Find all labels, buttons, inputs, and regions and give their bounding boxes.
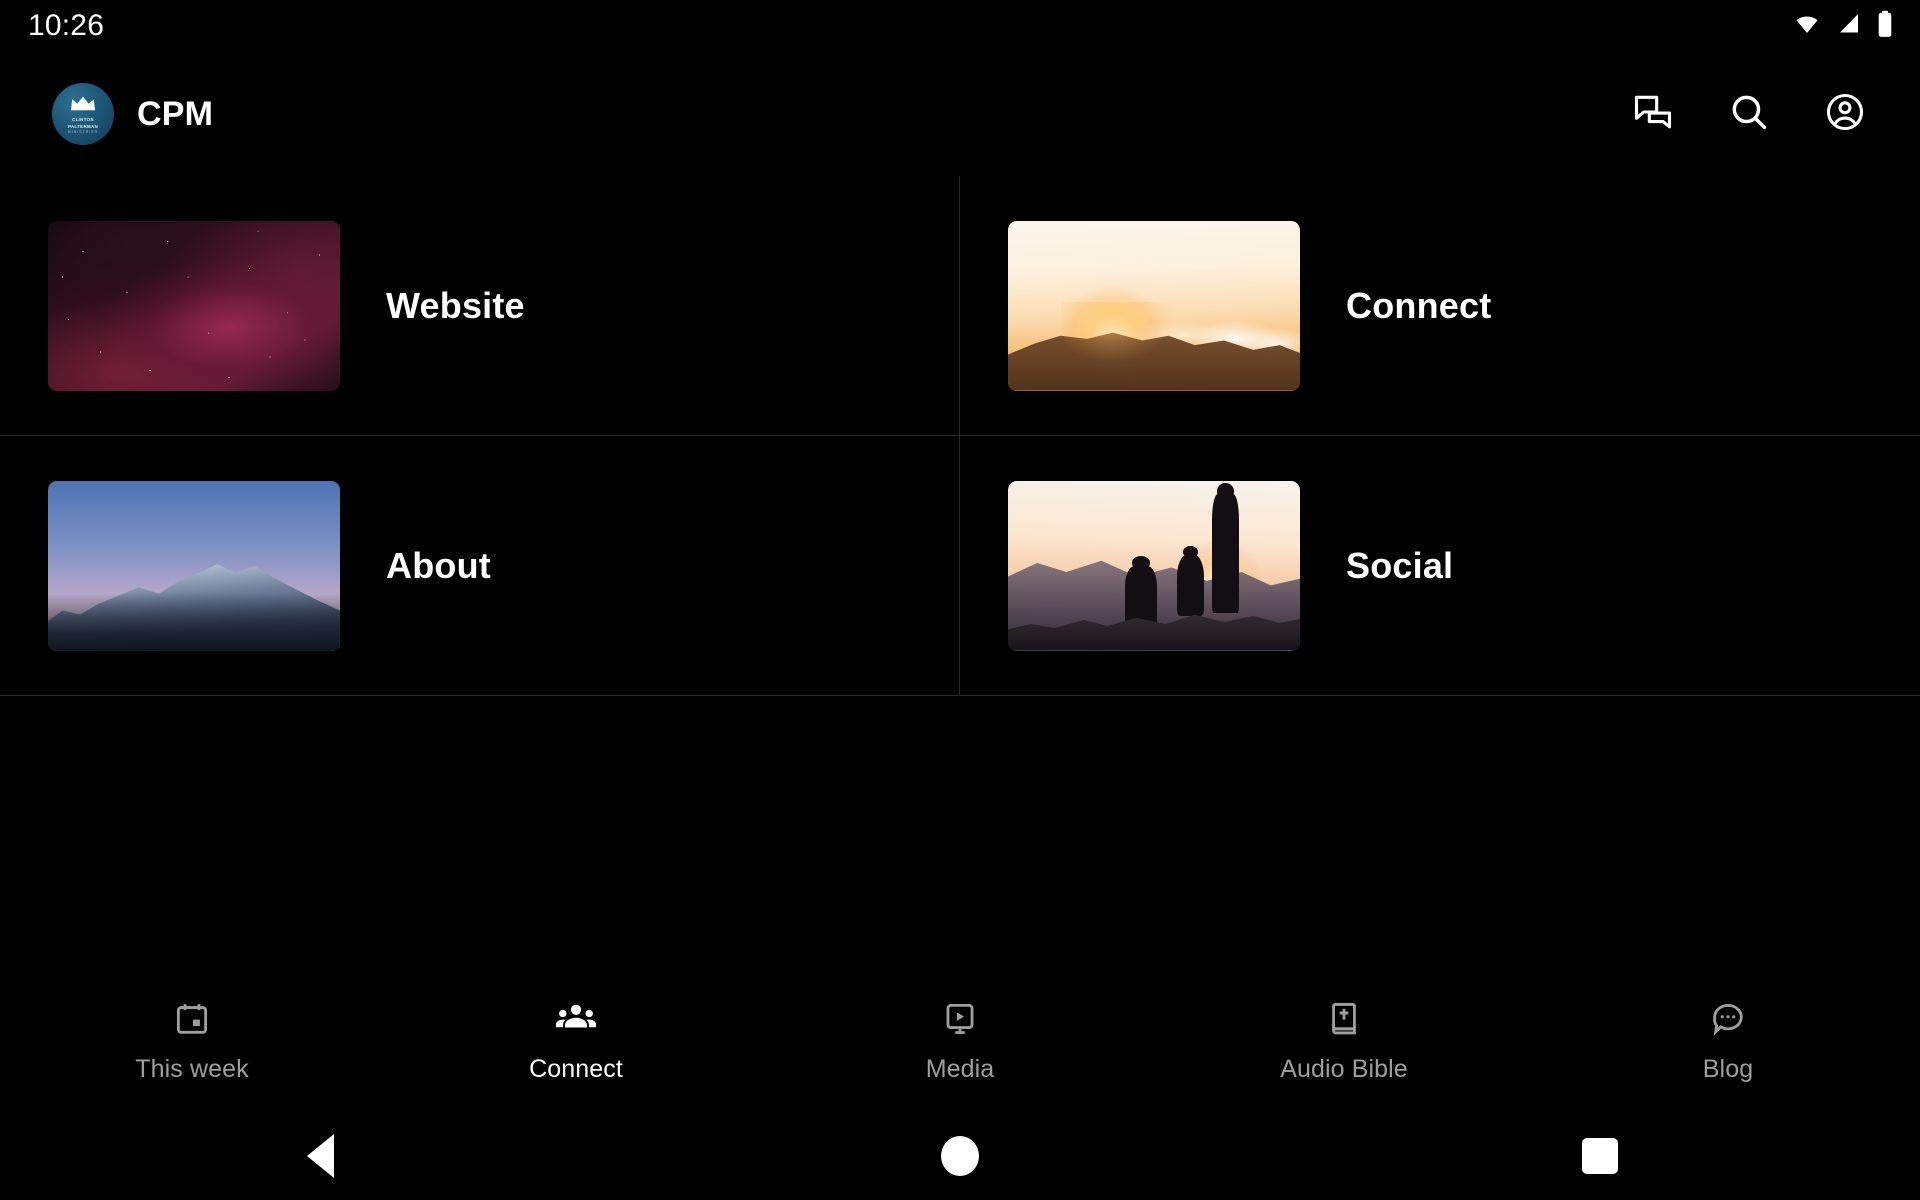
nav-label: Blog <box>1702 1055 1754 1083</box>
grid-thumb-social <box>1008 480 1300 651</box>
app-bar-actions <box>1630 91 1886 137</box>
grid-thumb-about <box>48 480 340 651</box>
app-logo: CLINTON PALTERMAN MINISTRIES <box>52 83 114 145</box>
nav-tab-connect[interactable]: Connect <box>384 1000 768 1084</box>
grid-item-connect[interactable]: Connect <box>960 176 1920 436</box>
grid-item-website[interactable]: Website <box>0 176 960 436</box>
cellular-signal-icon <box>1835 12 1863 41</box>
groups-icon <box>556 1000 596 1043</box>
nav-label: Media <box>925 1055 995 1083</box>
bible-book-icon <box>1325 1000 1363 1043</box>
home-circle-icon <box>941 1136 979 1176</box>
search-button[interactable] <box>1726 91 1772 137</box>
battery-icon <box>1876 10 1894 43</box>
alpine-image <box>48 480 340 651</box>
grid-thumb-connect <box>1008 220 1300 391</box>
grid-thumb-website <box>48 220 340 391</box>
calendar-icon <box>173 1000 211 1043</box>
recents-square-icon <box>1582 1138 1618 1174</box>
nav-label: Audio Bible <box>1280 1055 1408 1083</box>
comment-dots-icon <box>1709 1000 1747 1043</box>
status-bar: 10:26 <box>0 0 1920 52</box>
status-icons <box>1792 10 1894 43</box>
system-home-button[interactable] <box>920 1116 1000 1196</box>
search-icon <box>1727 90 1771 139</box>
nav-label: This week <box>135 1055 249 1083</box>
account-button[interactable] <box>1822 91 1868 137</box>
brand[interactable]: CLINTON PALTERMAN MINISTRIES CPM <box>52 83 213 145</box>
logo-line-3: MINISTRIES <box>67 129 99 134</box>
grid-label: Connect <box>1346 284 1492 326</box>
logo-line-1: CLINTON <box>72 117 94 123</box>
system-recents-button[interactable] <box>1560 1116 1640 1196</box>
crown-icon <box>70 96 96 116</box>
shortcut-grid: Website Connect About Social <box>0 176 1920 696</box>
grid-label: Social <box>1346 544 1454 586</box>
back-triangle-icon <box>306 1134 334 1178</box>
nav-label: Connect <box>529 1055 623 1083</box>
grid-label: About <box>386 544 491 586</box>
account-circle-icon <box>1823 90 1867 139</box>
app-title: CPM <box>137 94 214 133</box>
wifi-icon <box>1792 12 1822 41</box>
bottom-navigation: This week Connect Media Audio Bible Blog <box>0 972 1920 1112</box>
system-back-button[interactable] <box>280 1116 360 1196</box>
grid-item-about[interactable]: About <box>0 436 960 696</box>
sunrise-image <box>1008 220 1300 391</box>
media-play-icon <box>941 1000 979 1043</box>
grid-item-social[interactable]: Social <box>960 436 1920 696</box>
app-bar: CLINTON PALTERMAN MINISTRIES CPM <box>0 52 1920 176</box>
status-clock: 10:26 <box>28 9 105 42</box>
app-screen: 10:26 CLINTON PALTERMAN MINISTRIES CPM W… <box>0 0 1920 1200</box>
nav-tab-blog[interactable]: Blog <box>1536 1000 1920 1084</box>
system-navigation-bar <box>0 1112 1920 1200</box>
grid-label: Website <box>386 284 525 326</box>
galaxy-image <box>48 220 340 391</box>
forum-icon <box>1631 90 1675 139</box>
dusk-image <box>1008 480 1300 651</box>
forum-button[interactable] <box>1630 91 1676 137</box>
nav-tab-media[interactable]: Media <box>768 1000 1152 1084</box>
nav-tab-this-week[interactable]: This week <box>0 1000 384 1084</box>
nav-tab-audio-bible[interactable]: Audio Bible <box>1152 1000 1536 1084</box>
